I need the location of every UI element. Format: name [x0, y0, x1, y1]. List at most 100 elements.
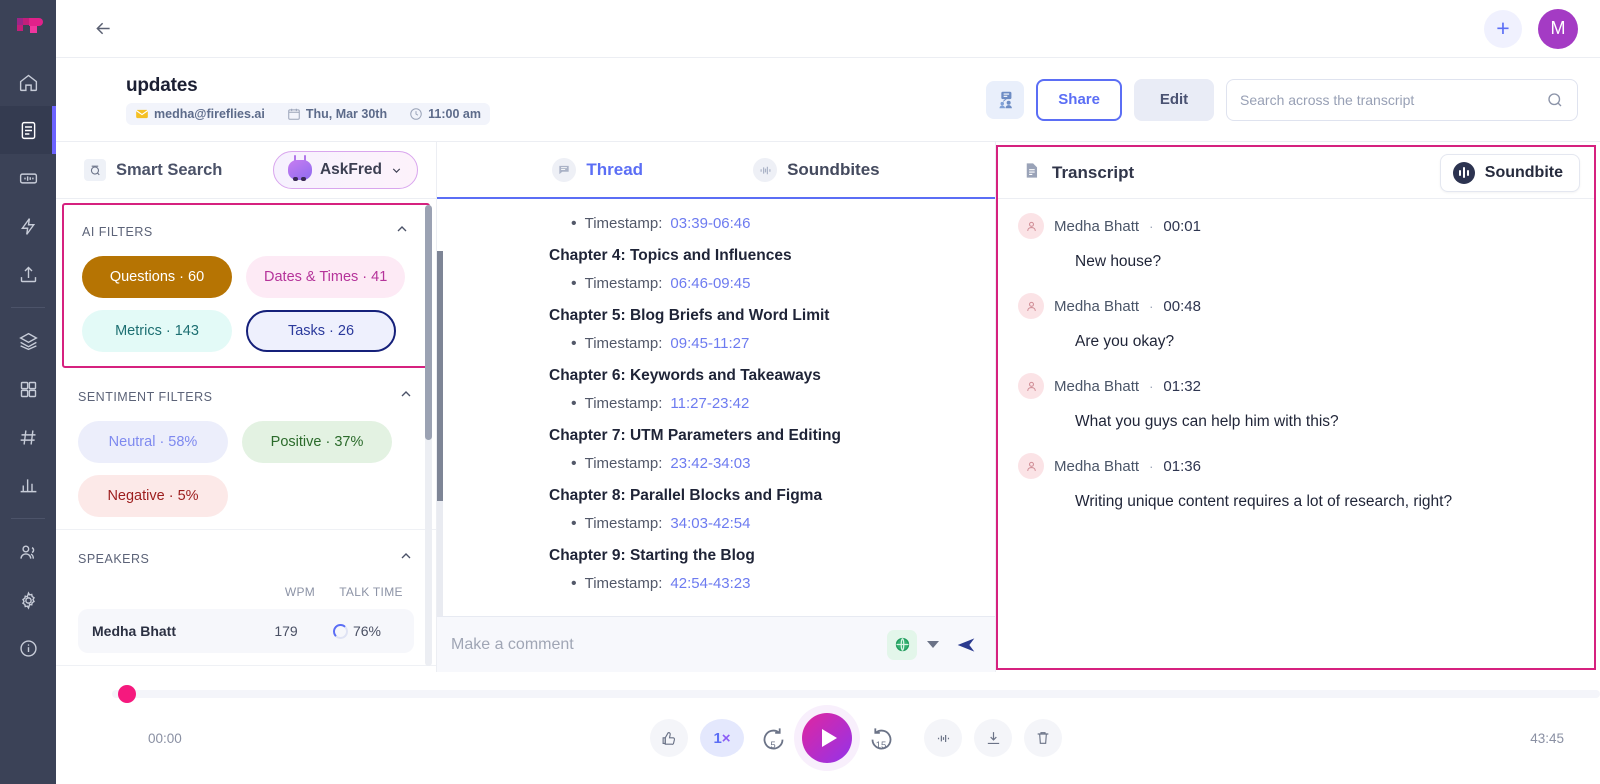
chapter-title[interactable]: Chapter 4: Topics and Influences — [549, 247, 975, 265]
transcript-speaker[interactable]: Medha Bhatt — [1054, 458, 1139, 475]
back-button[interactable] — [88, 14, 118, 44]
rewind-seconds: 5 — [770, 740, 776, 751]
waveform-button[interactable] — [924, 719, 962, 757]
chapter-title[interactable]: Chapter 9: Starting the Blog — [549, 547, 975, 565]
attendees-button[interactable] — [986, 80, 1025, 119]
rewind-button[interactable]: 5 — [756, 721, 790, 755]
ai-filters-collapse-icon[interactable] — [394, 221, 410, 242]
timestamp-prefix: Timestamp: — [584, 275, 663, 292]
chapter-title[interactable]: Chapter 8: Parallel Blocks and Figma — [549, 487, 975, 505]
transcript-time[interactable]: 00:01 — [1163, 218, 1201, 235]
chapter-timestamp[interactable]: Timestamp: 23:42-34:03 — [571, 455, 975, 473]
soundbite-label: Soundbite — [1484, 163, 1563, 181]
transcript-time[interactable]: 01:36 — [1163, 458, 1201, 475]
transcript-entry: Medha Bhatt · 00:01 New house? — [1018, 213, 1574, 271]
soundbite-button[interactable]: Soundbite — [1439, 153, 1580, 192]
separator-dot: · — [1149, 298, 1154, 314]
chevron-down-icon[interactable] — [927, 641, 939, 648]
chapter-timestamp[interactable]: Timestamp: 11:27-23:42 — [571, 395, 975, 413]
sidebar-item-upload[interactable] — [0, 250, 56, 298]
filter-chip-questions[interactable]: Questions · 60 — [82, 256, 232, 298]
thumbs-up-button[interactable] — [650, 719, 688, 757]
chapter-timestamp[interactable]: Timestamp: 42:54-43:23 — [571, 575, 975, 593]
transcript-time[interactable]: 00:48 — [1163, 298, 1201, 315]
attendees-icon — [999, 91, 1013, 108]
chapter-item: Chapter 6: Keywords and Takeaways Timest… — [549, 367, 975, 413]
sidebar-item-channels[interactable] — [0, 317, 56, 365]
search-input[interactable] — [1240, 91, 1538, 108]
rail-divider-2 — [11, 518, 45, 519]
tab-soundbites[interactable]: Soundbites — [753, 142, 880, 199]
sidebar-scrollbar-thumb[interactable] — [425, 205, 432, 440]
sidebar-item-topics[interactable] — [0, 413, 56, 461]
transcript-text[interactable]: Writing unique content requires a lot of… — [1075, 493, 1574, 511]
filter-chip-negative[interactable]: Negative · 5% — [78, 475, 228, 517]
chapter-timestamp[interactable]: Timestamp: 09:45-11:27 — [571, 335, 975, 353]
tab-thread-label: Thread — [586, 160, 644, 179]
thread-icon — [552, 158, 577, 182]
playback-speed-button[interactable]: 1 × — [700, 719, 744, 757]
filter-chip-metrics[interactable]: Metrics · 143 — [82, 310, 232, 352]
meeting-time-text: 11:00 am — [428, 106, 481, 121]
transcript-search[interactable] — [1226, 78, 1578, 121]
timestamp-value: 06:46-09:45 — [670, 275, 751, 292]
chapter-item: Chapter 4: Topics and Influences Timesta… — [549, 247, 975, 293]
comment-input[interactable] — [451, 635, 877, 654]
filter-chip-positive[interactable]: Positive · 37% — [242, 421, 392, 463]
download-button[interactable] — [974, 719, 1012, 757]
speakers-title: SPEAKERS — [78, 551, 150, 566]
sidebar-item-settings[interactable] — [0, 576, 56, 624]
speakers-collapse-icon[interactable] — [398, 548, 414, 569]
delete-button[interactable] — [1024, 719, 1062, 757]
current-time: 00:00 — [148, 730, 182, 746]
globe-icon[interactable] — [887, 629, 917, 660]
chapter-timestamp[interactable]: Timestamp: 34:03-42:54 — [571, 515, 975, 533]
transcript-time[interactable]: 01:32 — [1163, 378, 1201, 395]
smart-search-header: Smart Search AskFred — [56, 142, 436, 199]
seek-handle[interactable] — [118, 685, 136, 703]
play-button[interactable] — [802, 713, 852, 763]
chapter-timestamp-partial[interactable]: Timestamp: 03:39-06:46 — [571, 215, 975, 233]
player-controls-row: 00:00 1 × 5 15 43:45 — [56, 698, 1600, 778]
transcript-speaker[interactable]: Medha Bhatt — [1054, 298, 1139, 315]
send-button[interactable] — [949, 630, 983, 660]
sidebar-item-help[interactable] — [0, 624, 56, 672]
tab-thread[interactable]: Thread — [437, 142, 995, 199]
transcript-entry: Medha Bhatt · 00:48 Are you okay? — [1018, 293, 1574, 351]
transcript-text[interactable]: Are you okay? — [1075, 333, 1574, 351]
filter-chip-neutral[interactable]: Neutral · 58% — [78, 421, 228, 463]
chapter-title[interactable]: Chapter 6: Keywords and Takeaways — [549, 367, 975, 385]
transcript-speaker[interactable]: Medha Bhatt — [1054, 378, 1139, 395]
share-button[interactable]: Share — [1036, 78, 1122, 121]
chapter-title[interactable]: Chapter 5: Blog Briefs and Word Limit — [549, 307, 975, 325]
sidebar-item-team[interactable] — [0, 528, 56, 576]
sidebar-item-home[interactable] — [0, 58, 56, 106]
chapter-item: Chapter 9: Starting the Blog Timestamp: … — [549, 547, 975, 593]
thread-scrollbar-thumb[interactable] — [437, 251, 443, 501]
sidebar-item-apps[interactable] — [0, 365, 56, 413]
askfred-button[interactable]: AskFred — [272, 151, 418, 189]
add-button[interactable]: + — [1484, 9, 1522, 48]
speaker-row[interactable]: Medha Bhatt 179 76% — [78, 609, 414, 653]
transcript-text[interactable]: New house? — [1075, 253, 1574, 271]
sidebar-item-automation[interactable] — [0, 202, 56, 250]
edit-button[interactable]: Edit — [1134, 78, 1214, 121]
seek-bar[interactable] — [112, 690, 1600, 698]
filter-chip-tasks[interactable]: Tasks · 26 — [246, 310, 396, 352]
transcript-title: Transcript — [1052, 162, 1135, 182]
fireflies-logo[interactable] — [0, 0, 56, 58]
chapter-title[interactable]: Chapter 7: UTM Parameters and Editing — [549, 427, 975, 445]
transcript-text[interactable]: What you guys can help him with this? — [1075, 413, 1574, 431]
avatar — [1018, 453, 1044, 479]
transcript-speaker[interactable]: Medha Bhatt — [1054, 218, 1139, 235]
forward-button[interactable]: 15 — [864, 721, 898, 755]
sidebar-item-analytics[interactable] — [0, 461, 56, 509]
chapter-timestamp[interactable]: Timestamp: 06:46-09:45 — [571, 275, 975, 293]
sentiment-filters-collapse-icon[interactable] — [398, 386, 414, 407]
timestamp-value: 42:54-43:23 — [670, 575, 751, 592]
sidebar-item-notes[interactable] — [0, 106, 56, 154]
avatar[interactable]: M — [1538, 8, 1578, 49]
filter-chip-dates-times[interactable]: Dates & Times · 41 — [246, 256, 406, 298]
search-icon[interactable] — [1546, 91, 1564, 109]
sidebar-item-soundbites[interactable] — [0, 154, 56, 202]
